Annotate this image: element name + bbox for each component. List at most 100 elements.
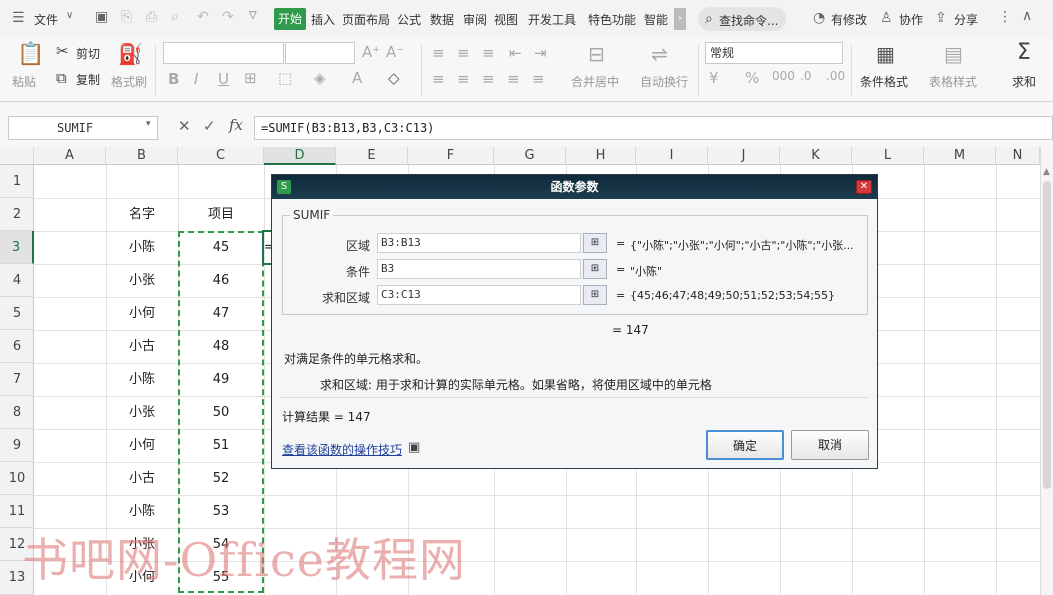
tab-data[interactable]: 数据 bbox=[430, 11, 454, 28]
table-style-button[interactable]: 表格样式 bbox=[929, 73, 977, 90]
currency-icon[interactable]: ¥ bbox=[709, 69, 719, 87]
quick-access-dropdown-icon[interactable]: ▽ bbox=[249, 10, 257, 21]
row-header-1[interactable]: 1 bbox=[0, 165, 34, 198]
col-header-f[interactable]: F bbox=[408, 147, 494, 165]
row-header-4[interactable]: 4 bbox=[0, 264, 34, 297]
tab-insert[interactable]: 插入 bbox=[311, 11, 335, 28]
cancel-button[interactable]: 取消 bbox=[791, 430, 869, 460]
font-size-select[interactable] bbox=[285, 42, 355, 64]
align-bottom-icon[interactable]: ≡ bbox=[482, 44, 495, 62]
cell-style-icon[interactable]: ⬚ bbox=[278, 69, 292, 87]
col-header-c[interactable]: C bbox=[178, 147, 264, 165]
align-center-icon[interactable]: ≡ bbox=[457, 70, 470, 88]
file-menu[interactable]: 文件 bbox=[34, 11, 58, 28]
cell-b7[interactable]: 小陈 bbox=[106, 363, 178, 396]
indent-increase-icon[interactable]: ⇥ bbox=[534, 44, 547, 62]
name-box[interactable]: SUMIF bbox=[8, 116, 158, 140]
param-input-criteria[interactable]: B3 bbox=[377, 259, 581, 279]
format-painter-button[interactable]: 格式刷 bbox=[111, 73, 147, 90]
sum-button[interactable]: 求和 bbox=[1012, 73, 1036, 90]
cell-c2-header[interactable]: 项目 bbox=[178, 198, 264, 231]
param-input-sum-range[interactable]: C3:C13 bbox=[377, 285, 581, 305]
row-header-10[interactable]: 10 bbox=[0, 462, 34, 495]
select-all-corner[interactable] bbox=[0, 147, 34, 165]
cell-b9[interactable]: 小何 bbox=[106, 429, 178, 462]
scroll-up-icon[interactable]: ▲ bbox=[1043, 167, 1050, 177]
collapse-range-button[interactable]: ⊞ bbox=[583, 233, 607, 253]
paste-button[interactable]: 粘贴 bbox=[12, 73, 36, 90]
share-button[interactable]: 分享 bbox=[954, 11, 978, 28]
cell-b10[interactable]: 小古 bbox=[106, 462, 178, 495]
paste-icon[interactable]: 📋 bbox=[17, 42, 44, 67]
font-color-icon[interactable]: A bbox=[352, 69, 362, 87]
print-icon[interactable]: ⎙ bbox=[146, 9, 157, 25]
wrap-text-icon[interactable]: ⇌ bbox=[651, 42, 668, 66]
sum-icon[interactable]: Σ bbox=[1017, 40, 1031, 65]
tab-formulas[interactable]: 公式 bbox=[397, 11, 421, 28]
row-header-9[interactable]: 9 bbox=[0, 429, 34, 462]
row-header-6[interactable]: 6 bbox=[0, 330, 34, 363]
table-style-icon[interactable]: ▤ bbox=[944, 42, 963, 66]
col-header-n[interactable]: N bbox=[996, 147, 1040, 165]
align-right-icon[interactable]: ≡ bbox=[482, 70, 495, 88]
redo-icon[interactable]: ↷ bbox=[222, 9, 234, 25]
tab-home[interactable]: 开始 bbox=[274, 8, 306, 30]
increase-decimal-icon[interactable]: .0 bbox=[800, 69, 811, 83]
row-header-7[interactable]: 7 bbox=[0, 363, 34, 396]
row-header-3[interactable]: 3 bbox=[0, 231, 34, 264]
close-icon[interactable]: ✕ bbox=[856, 180, 872, 194]
collapse-criteria-button[interactable]: ⊞ bbox=[583, 259, 607, 279]
tab-developer[interactable]: 开发工具 bbox=[528, 11, 576, 28]
ok-button[interactable]: 确定 bbox=[706, 430, 784, 460]
tab-page-layout[interactable]: 页面布局 bbox=[342, 11, 390, 28]
tab-review[interactable]: 审阅 bbox=[463, 11, 487, 28]
scrollbar-thumb[interactable] bbox=[1043, 181, 1051, 489]
tab-smart[interactable]: 智能 bbox=[644, 11, 668, 28]
col-header-a[interactable]: A bbox=[34, 147, 106, 165]
bold-icon[interactable]: B bbox=[168, 70, 179, 88]
align-middle-icon[interactable]: ≡ bbox=[457, 44, 470, 62]
decrease-decimal-icon[interactable]: .00 bbox=[826, 69, 845, 83]
col-header-j[interactable]: J bbox=[708, 147, 780, 165]
col-header-g[interactable]: G bbox=[494, 147, 566, 165]
number-format-select[interactable]: 常规 bbox=[705, 42, 843, 64]
cut-button[interactable]: 剪切 bbox=[76, 45, 100, 62]
function-tips-link[interactable]: 查看该函数的操作技巧 bbox=[282, 441, 402, 458]
thousands-icon[interactable]: 000 bbox=[772, 69, 795, 83]
border-icon[interactable]: ⊞ bbox=[244, 69, 257, 87]
italic-icon[interactable]: I bbox=[194, 70, 198, 88]
cell-b6[interactable]: 小古 bbox=[106, 330, 178, 363]
conditional-format-icon[interactable]: ▦ bbox=[876, 42, 895, 66]
cancel-icon[interactable]: ✕ bbox=[178, 117, 191, 135]
distributed-icon[interactable]: ≡ bbox=[532, 70, 545, 88]
name-box-dropdown-icon[interactable]: ▾ bbox=[146, 119, 151, 129]
increase-font-icon[interactable]: A⁺ bbox=[362, 43, 380, 61]
col-header-k[interactable]: K bbox=[780, 147, 852, 165]
insert-function-icon[interactable]: fx bbox=[229, 116, 243, 134]
hamburger-menu-icon[interactable]: ☰ bbox=[12, 10, 25, 26]
search-command-box[interactable]: ⌕ 查找命令... bbox=[698, 7, 786, 31]
formula-input[interactable]: =SUMIF(B3:B13,B3,C3:C13) bbox=[254, 116, 1053, 140]
copy-button[interactable]: 复制 bbox=[76, 71, 100, 88]
align-top-icon[interactable]: ≡ bbox=[432, 44, 445, 62]
conditional-format-button[interactable]: 条件格式 bbox=[860, 73, 908, 90]
justify-icon[interactable]: ≡ bbox=[507, 70, 520, 88]
tab-special-features[interactable]: 特色功能 bbox=[588, 11, 636, 28]
row-header-5[interactable]: 5 bbox=[0, 297, 34, 330]
video-icon[interactable]: ▣ bbox=[408, 440, 420, 455]
export-icon[interactable]: ⎘ bbox=[121, 9, 132, 25]
merge-center-button[interactable]: 合并居中 bbox=[571, 73, 619, 90]
decrease-font-icon[interactable]: A⁻ bbox=[386, 43, 404, 61]
param-input-range[interactable]: B3:B13 bbox=[377, 233, 581, 253]
confirm-icon[interactable]: ✓ bbox=[203, 117, 216, 135]
align-left-icon[interactable]: ≡ bbox=[432, 70, 445, 88]
vertical-scrollbar[interactable]: ▲ bbox=[1040, 147, 1053, 595]
wrap-text-button[interactable]: 自动换行 bbox=[640, 73, 688, 90]
collapse-sum-range-button[interactable]: ⊞ bbox=[583, 285, 607, 305]
col-header-i[interactable]: I bbox=[636, 147, 708, 165]
clear-icon[interactable]: ◇ bbox=[388, 69, 400, 87]
indent-decrease-icon[interactable]: ⇤ bbox=[509, 44, 522, 62]
col-header-d[interactable]: D bbox=[264, 147, 336, 165]
percent-icon[interactable]: % bbox=[745, 69, 759, 87]
col-header-m[interactable]: M bbox=[924, 147, 996, 165]
